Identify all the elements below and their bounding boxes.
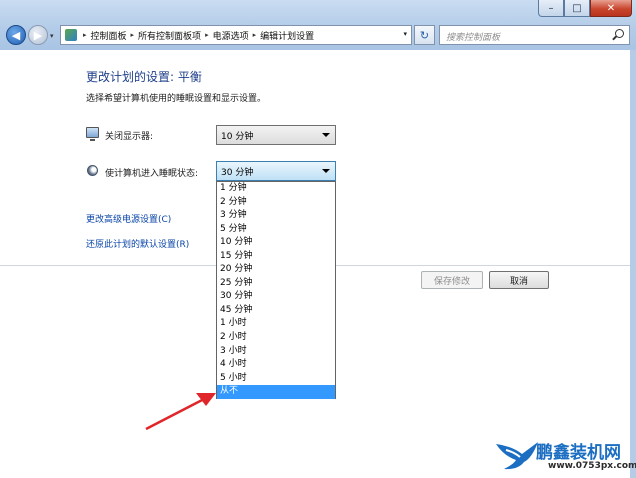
annotation-arrow-shaft — [145, 396, 207, 431]
annotation-arrow-head — [196, 393, 216, 406]
watermark-title: 鹏鑫装机网 — [536, 443, 621, 463]
watermark-url: www.0753px.com — [548, 461, 636, 471]
annotation-arrow — [145, 393, 216, 431]
